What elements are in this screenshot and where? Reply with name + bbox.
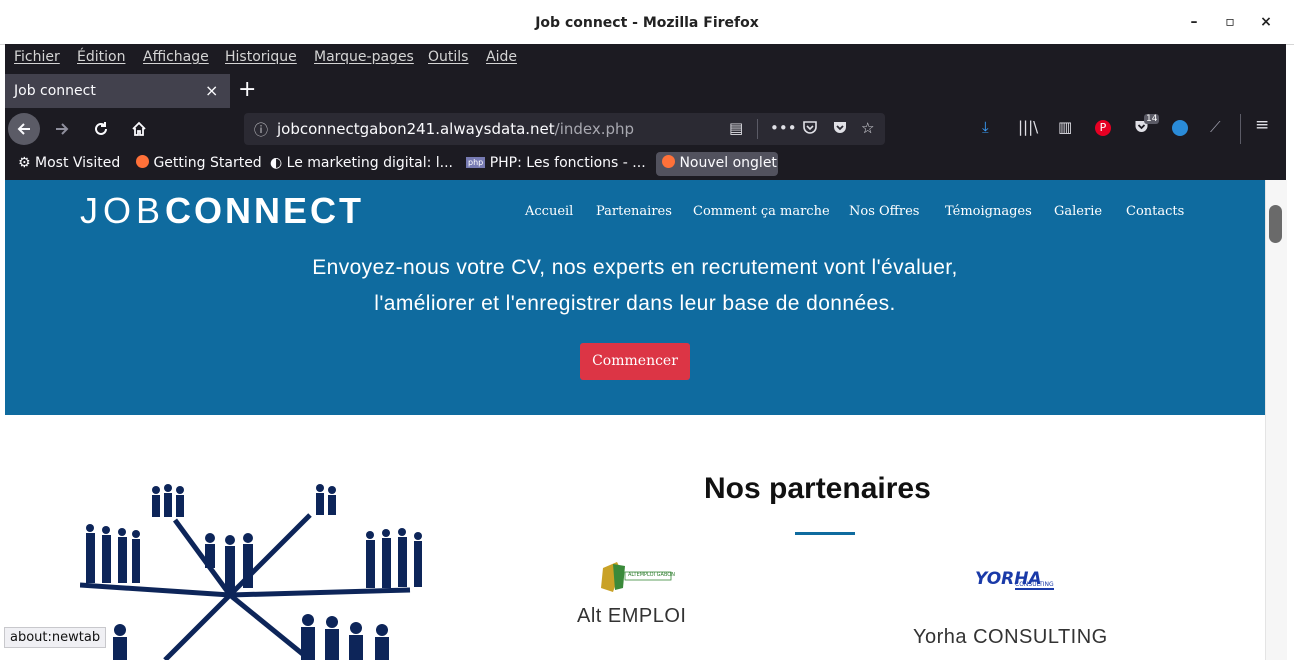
close-window-button[interactable]: × (1256, 12, 1276, 32)
downloads-icon[interactable]: ⤓ (982, 118, 989, 136)
tab-bar: Job connect × + (5, 74, 1286, 108)
firefox-icon (662, 155, 675, 168)
home-icon (132, 121, 146, 136)
commencer-button[interactable]: Commencer (580, 343, 690, 380)
hero-line-1: Envoyez-nous votre CV, nos experts en re… (312, 256, 958, 279)
eyedropper-icon[interactable]: ⟋ (1210, 118, 1221, 136)
forward-button[interactable] (46, 113, 78, 145)
network-illustration (80, 484, 422, 660)
status-tooltip: about:newtab (4, 627, 107, 648)
new-tab-icon[interactable]: + (238, 78, 256, 102)
hero-section: JOBCONNECT Accueil Partenaires Comment ç… (5, 180, 1265, 415)
extension-badge: 14 (1144, 114, 1160, 124)
nav-partenaires[interactable]: Partenaires (596, 204, 672, 219)
nav-accueil[interactable]: Accueil (525, 204, 573, 219)
reader-view-icon[interactable]: ▤ (729, 119, 743, 137)
menu-fichier[interactable]: Fichier (14, 49, 60, 65)
nav-comment-ca-marche[interactable]: Comment ça marche (693, 204, 830, 219)
nav-contacts[interactable]: Contacts (1126, 204, 1184, 219)
hamburger-menu-icon[interactable]: ≡ (1255, 115, 1269, 135)
gear-icon: ⚙ (18, 155, 31, 171)
bookmark-getting-started[interactable]: Getting Started (136, 155, 262, 171)
partners-title: Nos partenaires (704, 472, 931, 505)
partner-name-yorha: Yorha CONSULTING (913, 626, 1108, 648)
pinterest-icon[interactable]: P (1095, 120, 1111, 136)
navigation-toolbar: ⓘ jobconnectgabon241.alwaysdata.net/inde… (5, 110, 1286, 148)
nav-temoignages[interactable]: Témoignages (945, 204, 1032, 219)
partner-name-alt-emploi: Alt EMPLOI (577, 605, 687, 627)
browser-chrome: Fichier Édition Affichage Historique Mar… (5, 44, 1286, 180)
page-scrollbar[interactable] (1265, 180, 1287, 660)
pocket-outline-icon[interactable] (802, 119, 818, 139)
yorha-logo-sub: CONSULTING (1015, 581, 1054, 590)
moon-icon: ◐ (270, 155, 283, 171)
home-button[interactable] (123, 113, 155, 145)
bookmark-star-icon[interactable]: ☆ (861, 119, 874, 137)
yorha-logo[interactable]: YORHA CONSULTING (973, 569, 1057, 599)
bookmark-marketing[interactable]: ◐ Le marketing digital: l... (270, 155, 453, 171)
forward-arrow-icon (56, 123, 69, 135)
nav-nos-offres[interactable]: Nos Offres (849, 204, 919, 219)
maximize-button[interactable]: ▫ (1220, 12, 1240, 32)
site-info-icon[interactable]: ⓘ (254, 120, 268, 140)
menu-marque-pages[interactable]: Marque-pages (314, 49, 414, 65)
page-actions-icon[interactable]: ••• (770, 119, 797, 137)
page-viewport: JOBCONNECT Accueil Partenaires Comment ç… (5, 180, 1265, 660)
menu-aide[interactable]: Aide (486, 49, 517, 65)
window-titlebar: Job connect - Mozilla Firefox – ▫ × (0, 0, 1294, 45)
firefox-icon (136, 155, 149, 168)
back-button[interactable] (8, 113, 40, 145)
alt-emploi-logo-text: ALTEMPLOI GABON (628, 572, 675, 578)
tab-job-connect[interactable]: Job connect × (5, 74, 230, 108)
url-path: /index.php (554, 120, 635, 138)
reload-button[interactable] (85, 113, 117, 145)
menu-affichage[interactable]: Affichage (143, 49, 209, 65)
minimize-button[interactable]: – (1184, 12, 1204, 32)
menu-historique[interactable]: Historique (225, 49, 297, 65)
scrollbar-thumb[interactable] (1269, 205, 1282, 243)
bookmark-nouvel-onglet[interactable]: Nouvel onglet (662, 155, 777, 171)
bookmarks-toolbar: ⚙ Most Visited Getting Started ◐ Le mark… (5, 149, 1286, 179)
pocket-icon[interactable] (832, 119, 848, 139)
urlbar-divider (757, 119, 758, 139)
nav-galerie[interactable]: Galerie (1054, 204, 1102, 219)
menu-bar: Fichier Édition Affichage Historique Mar… (5, 44, 1286, 74)
site-logo[interactable]: JOBCONNECT (80, 190, 364, 232)
sync-extension-icon[interactable] (1172, 120, 1188, 136)
url-text: jobconnectgabon241.alwaysdata.net/index.… (277, 120, 634, 138)
url-bar[interactable]: ⓘ jobconnectgabon241.alwaysdata.net/inde… (244, 113, 885, 145)
back-arrow-icon (17, 123, 30, 135)
hero-line-2: l'améliorer et l'enregistrer dans leur b… (374, 292, 896, 315)
reload-icon (95, 122, 107, 135)
bookmark-php[interactable]: php PHP: Les fonctions - ... (466, 155, 646, 171)
url-domain: jobconnectgabon241.alwaysdata.net (277, 120, 555, 138)
library-icon[interactable]: |||\ (1018, 118, 1038, 136)
bookmark-most-visited[interactable]: ⚙ Most Visited (18, 155, 120, 171)
tab-close-icon[interactable]: × (205, 81, 218, 100)
menu-edition[interactable]: Édition (77, 49, 125, 65)
php-icon: php (466, 157, 486, 168)
toolbar-divider (1240, 114, 1241, 144)
alt-emploi-logo[interactable]: ALTEMPLOI GABON (595, 558, 675, 596)
tab-label: Job connect (14, 83, 96, 99)
menu-outils[interactable]: Outils (428, 49, 468, 65)
partners-title-underline (795, 532, 855, 535)
sidebar-icon[interactable]: ▥ (1058, 118, 1072, 136)
window-title: Job connect - Mozilla Firefox (535, 15, 759, 31)
